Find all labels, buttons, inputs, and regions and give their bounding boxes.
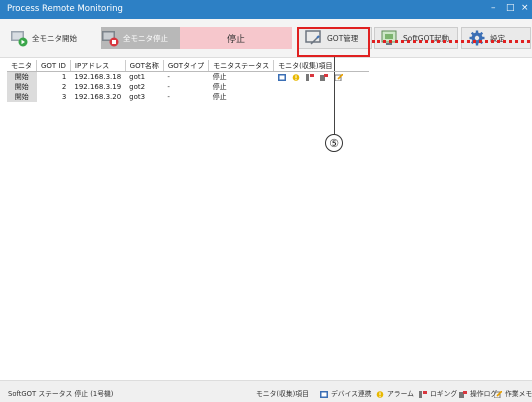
monitor-status-indicator: 停止 [180,27,292,49]
settings-button[interactable]: 設定 [461,27,531,49]
legend-oplog: 操作ログ [459,388,497,398]
highlight-dotted-line [372,40,530,43]
table-row[interactable]: 開始 2 192.168.3.19 got2 - 停止 [7,82,369,92]
work-memo-icon [493,389,503,398]
monitor-items-cell [274,72,369,83]
col-monitor-status[interactable]: モニタステータス [208,60,274,72]
legend-alarm: アラーム [376,388,414,398]
logging-icon [306,73,315,81]
device-link-icon [277,73,286,81]
got-name-cell: got1 [129,73,146,81]
legend-memo: 作業メモ [493,388,532,398]
legend-device-label: デバイス連携 [331,390,372,398]
got-type-cell: - [167,73,170,81]
softgot-status-text: SoftGOT ステータス 停止 (1号機) [8,390,114,398]
softgot-launch-button[interactable]: SoftGOT起動 [374,27,458,49]
window-title: Process Remote Monitoring [7,4,123,14]
got-name-cell: got3 [129,93,146,101]
got-id-cell: 3 [61,93,67,101]
got-id-cell: 1 [61,73,67,81]
gear-icon [468,29,486,47]
start-monitor-button[interactable]: 開始 [7,82,37,92]
monitor-stop-icon [101,29,119,47]
col-monitor-items[interactable]: モニタ(収集)項目 [273,60,369,72]
legend-alarm-label: アラーム [387,390,414,398]
start-all-label: 全モニタ開始 [32,33,77,43]
legend-logging: ロギング [419,388,457,398]
start-monitor-button[interactable]: 開始 [7,71,37,82]
logging-icon [419,390,427,398]
start-monitor-button[interactable]: 開始 [7,92,37,102]
got-type-cell: - [167,93,170,101]
table-row[interactable]: 開始 1 192.168.3.18 got1 - 停止 [7,71,369,83]
softgot-icon [381,29,399,47]
ip-cell: 192.168.3.20 [74,93,122,101]
got-monitor-table: モニタ GOT ID IPアドレス GOT名称 GOTタイプ モニタステータス … [7,60,369,102]
ip-cell: 192.168.3.18 [74,73,122,81]
device-link-icon [320,390,328,398]
col-monitor[interactable]: モニタ [7,60,37,72]
stop-all-monitor-button[interactable]: 全モニタ停止 [101,27,181,49]
minimize-button[interactable]: – [491,3,496,13]
col-got-type[interactable]: GOTタイプ [162,60,209,72]
work-memo-icon [334,72,344,81]
col-got-id[interactable]: GOT ID [36,60,71,72]
legend-device: デバイス連携 [320,388,372,398]
alarm-icon [292,73,300,81]
operation-log-icon [320,73,329,81]
status-cell: 停止 [212,93,227,101]
col-got-name[interactable]: GOT名称 [124,60,164,72]
monitor-items-cell [274,82,369,92]
status-bar: SoftGOT ステータス 停止 (1号機) モニタ(収集)項目 デバイス連携 … [0,380,532,402]
got-type-cell: - [167,83,170,91]
start-all-monitor-button[interactable]: 全モニタ開始 [10,27,96,49]
monitor-start-icon [10,29,28,47]
col-ip-address[interactable]: IPアドレス [69,60,126,72]
maximize-button[interactable]: □ [506,3,515,13]
callout-number: ⑤ [325,134,343,152]
title-bar: Process Remote Monitoring – □ × [0,0,532,19]
toolbar: 全モニタ開始 全モニタ停止 停止 GOT管理 SoftGOT起動 設定 [0,19,532,58]
got-manage-highlight-box [297,27,370,57]
legend-memo-label: 作業メモ [505,390,532,398]
got-name-cell: got2 [129,83,146,91]
operation-log-icon [459,390,467,398]
status-cell: 停止 [212,83,227,91]
table-header-row: モニタ GOT ID IPアドレス GOT名称 GOTタイプ モニタステータス … [7,60,369,72]
status-cell: 停止 [212,73,227,81]
got-id-cell: 2 [61,83,67,91]
alarm-icon [376,390,384,398]
monitor-items-legend-label: モニタ(収集)項目 [256,390,309,398]
legend-logging-label: ロギング [430,390,458,398]
table-row[interactable]: 開始 3 192.168.3.20 got3 - 停止 [7,92,369,102]
ip-cell: 192.168.3.19 [74,83,122,91]
close-button[interactable]: × [521,3,529,13]
monitor-items-cell [274,92,369,102]
stop-all-label: 全モニタ停止 [123,33,168,43]
